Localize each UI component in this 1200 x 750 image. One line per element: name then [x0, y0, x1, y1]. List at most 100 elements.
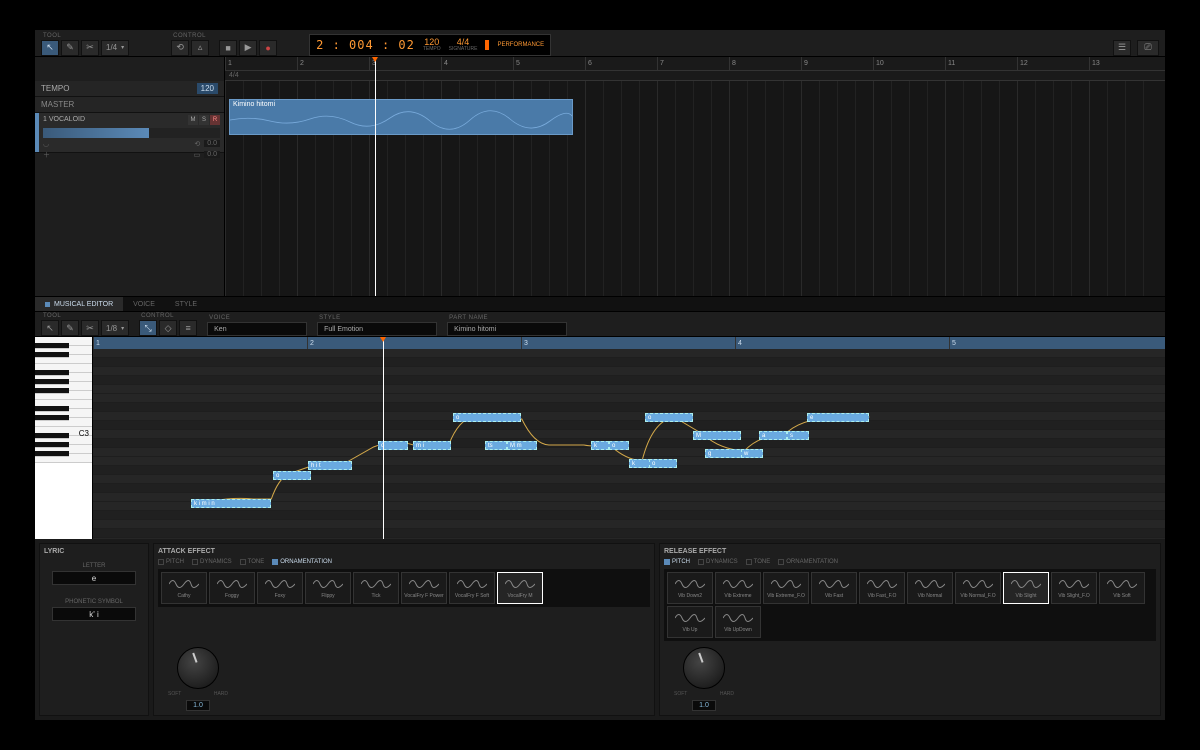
preset-item[interactable]: Vib Normal — [907, 572, 953, 604]
pencil-tool[interactable]: ✎ — [61, 40, 79, 56]
preset-item[interactable]: Vib Fast — [811, 572, 857, 604]
bar-ruler[interactable]: 12345678910111213 — [225, 57, 1165, 71]
preset-item[interactable]: Vib Normal_F.O — [955, 572, 1001, 604]
attack-tab-dynamics[interactable]: DYNAMICS — [192, 559, 232, 565]
note[interactable]: k — [591, 441, 609, 450]
automation-icon[interactable]: ◡ — [43, 140, 49, 148]
partname-field[interactable]: Kimino hitomi — [447, 322, 567, 336]
note[interactable]: k — [629, 459, 651, 468]
note[interactable]: o — [645, 413, 693, 422]
editor-playhead[interactable] — [383, 337, 384, 539]
audio-clip[interactable]: Kimino hitomi — [229, 99, 573, 135]
note[interactable]: o — [609, 441, 629, 450]
attack-knob-value[interactable]: 1.0 — [186, 700, 210, 711]
release-tab-ornamentation[interactable]: ORNAMENTATION — [778, 559, 838, 565]
preset-item[interactable]: Cathy — [161, 572, 207, 604]
mute-button[interactable]: M — [188, 115, 198, 125]
preset-item[interactable]: Vib Extreme_F.O — [763, 572, 809, 604]
preset-item[interactable]: VocalFry F Power — [401, 572, 447, 604]
solo-button[interactable]: S — [199, 115, 209, 125]
editor-line-tool[interactable]: ≡ — [179, 320, 197, 336]
master-track-header[interactable]: MASTER — [35, 97, 224, 113]
preset-item[interactable]: Vib Up — [667, 606, 713, 638]
preset-item[interactable]: Vib Soft — [1099, 572, 1145, 604]
piano-keyboard[interactable]: C3 — [35, 337, 93, 539]
track-item[interactable]: 1 VOCALOID M S R ◡ ⟲ 0.0 — [35, 113, 224, 153]
tempo-track-header[interactable]: TEMPO 120 — [35, 81, 224, 97]
preset-item[interactable]: VocalFry M — [497, 572, 543, 604]
tab-musical-editor[interactable]: MUSICAL EDITOR — [35, 297, 123, 311]
editor-ruler[interactable]: 12345 — [93, 337, 1165, 349]
release-tab-pitch[interactable]: PITCH — [664, 559, 690, 565]
release-tab-dynamics[interactable]: DYNAMICS — [698, 559, 738, 565]
note[interactable]: m i — [413, 441, 451, 450]
letter-field[interactable]: e — [52, 571, 136, 585]
tab-style[interactable]: STYLE — [165, 297, 207, 311]
lyric-panel: LYRIC LETTER e PHONETIC SYMBOL k' i — [39, 543, 149, 716]
note[interactable]: ts — [485, 441, 507, 450]
record-button[interactable]: ● — [259, 40, 277, 56]
preset-item[interactable]: Foggy — [209, 572, 255, 604]
play-button[interactable]: ▶ — [239, 40, 257, 56]
preset-item[interactable]: Vib UpDown — [715, 606, 761, 638]
note[interactable]: k i m i n — [191, 499, 271, 508]
rec-arm-button[interactable]: R — [210, 115, 220, 125]
release-tab-tone[interactable]: TONE — [746, 559, 771, 565]
note[interactable]: a — [759, 431, 787, 440]
pointer-tool[interactable]: ↖ — [41, 40, 59, 56]
preset-item[interactable]: Vib Slight_F.O — [1051, 572, 1097, 604]
editor-select-tool[interactable]: ⤡ — [139, 320, 157, 336]
preset-item[interactable]: Foxy — [257, 572, 303, 604]
position-display[interactable]: 2 : 004 : 02 — [316, 38, 415, 52]
note[interactable]: o — [273, 471, 311, 480]
tab-voice[interactable]: VOICE — [123, 297, 165, 311]
preset-item[interactable]: Vib Slight — [1003, 572, 1049, 604]
quantize-select[interactable]: 1/4▾ — [101, 40, 129, 56]
editor-quantize[interactable]: 1/8▾ — [101, 320, 129, 336]
note[interactable]: o — [453, 413, 521, 422]
preset-item[interactable]: Flippy — [305, 572, 351, 604]
note[interactable]: e — [807, 413, 869, 422]
preset-item[interactable]: Tick — [353, 572, 399, 604]
piano-roll: C3 12345 k i m i noh i tom iotsM mkokooM… — [35, 337, 1165, 539]
note-grid[interactable]: 12345 k i m i noh i tom iotsM mkokooMgwa… — [93, 337, 1165, 539]
note[interactable]: M m — [507, 441, 537, 450]
attack-intensity-knob[interactable] — [177, 647, 219, 689]
add-icon[interactable]: ＋ — [43, 150, 50, 160]
attack-effect-panel: ATTACK EFFECT PITCH DYNAMICS TONE ORNAME… — [153, 543, 655, 716]
arrangement-view: TEMPO 120 MASTER 1 VOCALOID M S R — [35, 57, 1165, 297]
note[interactable]: w — [741, 449, 763, 458]
stop-button[interactable]: ■ — [219, 40, 237, 56]
voice-select[interactable]: Ken — [207, 322, 307, 336]
scissors-tool[interactable]: ✂ — [81, 40, 99, 56]
note[interactable]: h i t — [308, 461, 352, 470]
note[interactable]: M — [693, 431, 741, 440]
loop-button[interactable]: ⟲ — [171, 40, 189, 56]
editor-move-tool[interactable]: ◇ — [159, 320, 177, 336]
attack-tab-pitch[interactable]: PITCH — [158, 559, 184, 565]
preset-item[interactable]: Vib Fast_F.O — [859, 572, 905, 604]
pan-value[interactable]: 0.0 — [204, 140, 220, 147]
list-view-button[interactable]: ☰ — [1113, 40, 1131, 56]
mixer-button[interactable]: ⎚ — [1137, 40, 1159, 56]
timeline-area[interactable]: 12345678910111213 4/4 Kimino hitomi — [225, 57, 1165, 296]
timesig-lane[interactable]: 4/4 — [225, 71, 1165, 81]
release-knob-value[interactable]: 1.0 — [692, 700, 716, 711]
style-select[interactable]: Full Emotion — [317, 322, 437, 336]
editor-pointer-tool[interactable]: ↖ — [41, 320, 59, 336]
editor-scissors-tool[interactable]: ✂ — [81, 320, 99, 336]
phonetic-field[interactable]: k' i — [52, 607, 136, 621]
playhead[interactable] — [375, 57, 376, 296]
metronome-button[interactable]: ▵ — [191, 40, 209, 56]
note[interactable]: g — [705, 449, 745, 458]
release-intensity-knob[interactable] — [683, 647, 725, 689]
attack-tab-tone[interactable]: TONE — [240, 559, 265, 565]
editor-pencil-tool[interactable]: ✎ — [61, 320, 79, 336]
note[interactable]: s — [787, 431, 809, 440]
note[interactable]: o — [649, 459, 677, 468]
preset-item[interactable]: Vib Down2 — [667, 572, 713, 604]
preset-item[interactable]: VocalFry F Soft — [449, 572, 495, 604]
vol-value[interactable]: 0.0 — [204, 151, 220, 158]
preset-item[interactable]: Vib Extreme — [715, 572, 761, 604]
attack-tab-ornamentation[interactable]: ORNAMENTATION — [272, 559, 332, 565]
